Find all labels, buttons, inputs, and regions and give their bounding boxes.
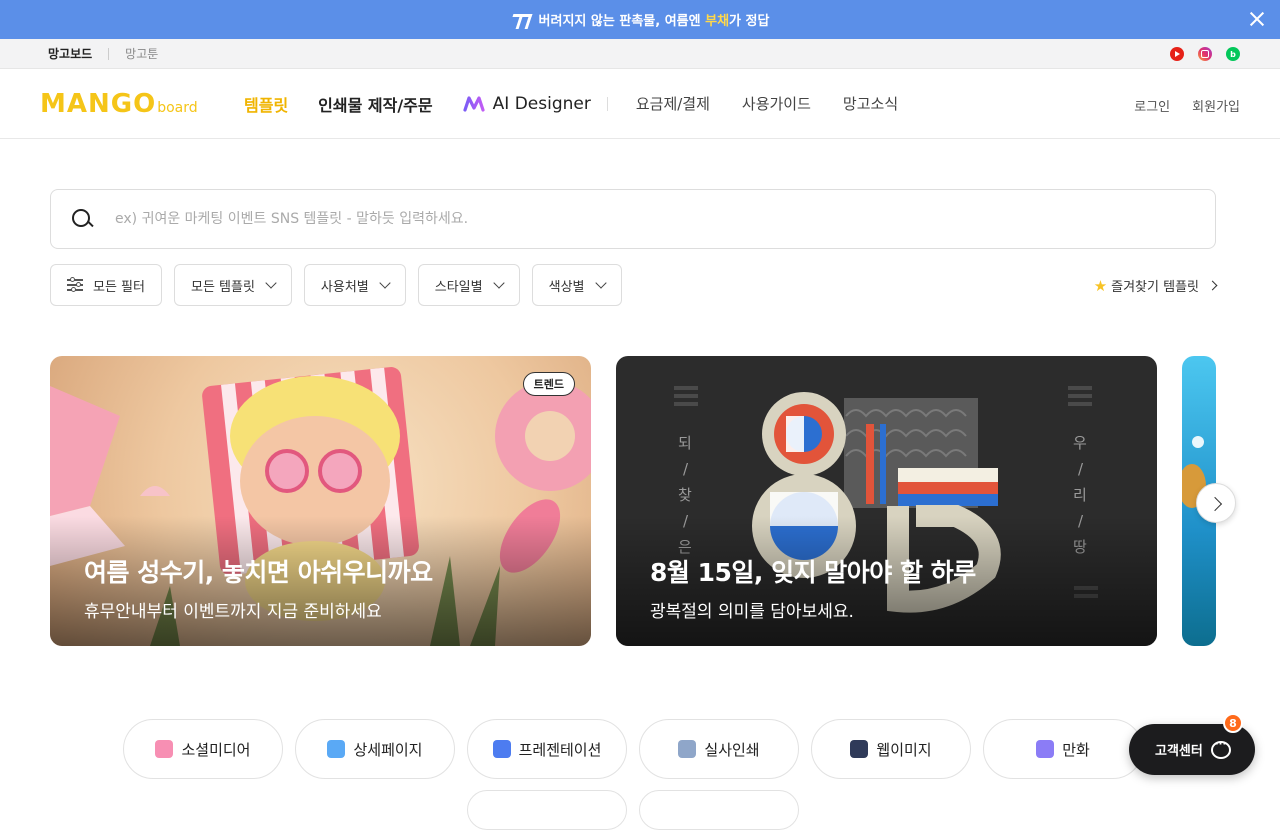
nav-guide[interactable]: 사용가이드: [742, 93, 811, 114]
chat-icon: [1210, 739, 1231, 759]
divider: [108, 47, 110, 60]
auth-links: 로그인 회원가입: [1134, 96, 1240, 115]
close-icon[interactable]: [1246, 8, 1268, 30]
service-mangoboard[interactable]: 망고보드: [48, 45, 92, 62]
search-bar[interactable]: [50, 189, 1216, 249]
nav-print-order[interactable]: 인쇄물 제작/주문: [318, 92, 432, 116]
main-nav: 템플릿 인쇄물 제작/주문 AI Designer 요금제/결제 사용가이드 망…: [244, 92, 930, 116]
divider: [606, 96, 608, 111]
ai-designer-icon: [463, 95, 485, 112]
nav-pricing[interactable]: 요금제/결제: [636, 93, 710, 114]
filter-color-dropdown[interactable]: 색상별: [531, 264, 622, 306]
category-web-image[interactable]: 웹이미지: [811, 719, 971, 779]
favorites-templates-link[interactable]: ★ 즐겨찾기 템플릿: [1093, 276, 1218, 295]
banner-title: 여름 성수기, 놓치면 아쉬우니까요: [84, 558, 433, 587]
bag-icon: [327, 740, 346, 758]
instagram-icon[interactable]: [1198, 47, 1212, 61]
filter-usage-dropdown[interactable]: 사용처별: [303, 264, 406, 306]
browser-icon: [850, 740, 869, 758]
carousel-next-button[interactable]: [1196, 483, 1236, 523]
blog-icon[interactable]: b: [1226, 47, 1240, 61]
category-print[interactable]: 실사인쇄: [639, 719, 799, 779]
service-switcher: 망고보드 망고툰 b: [0, 39, 1280, 69]
presentation-icon: [492, 740, 511, 758]
filter-template-dropdown[interactable]: 모든 템플릿: [173, 264, 292, 306]
banner-description: 광복절의 의미를 담아보세요.: [650, 602, 854, 622]
trend-badge: 트렌드: [522, 372, 575, 396]
category-comics[interactable]: 만화: [983, 719, 1143, 779]
svg-text:/: /: [1078, 460, 1084, 478]
filter-style-dropdown[interactable]: 스타일별: [417, 264, 520, 306]
promo-banner[interactable]: 버려지지 않는 판촉물, 여름엔 부채가 정답: [0, 0, 1280, 39]
service-mangotoon[interactable]: 망고툰: [125, 45, 158, 62]
banner-caption: 여름 성수기, 놓치면 아쉬우니까요 휴무안내부터 이벤트까지 지금 준비하세요: [84, 553, 433, 622]
banner-liberation-day[interactable]: 되/찾/은 우/리/땅 8월 15일, 잊지 말아야 할 하루 광복절의 의미를…: [616, 356, 1157, 646]
side-text-left-1: 되: [678, 434, 692, 452]
chevron-down-icon: [492, 277, 505, 289]
logo[interactable]: MANGO board: [40, 89, 210, 119]
search-input[interactable]: [115, 211, 1165, 227]
category-presentation[interactable]: 프레젠테이션: [467, 719, 627, 779]
login-link[interactable]: 로그인: [1134, 96, 1170, 115]
nav-templates[interactable]: 템플릿: [244, 92, 288, 116]
nav-news[interactable]: 망고소식: [843, 93, 898, 114]
category-social-media[interactable]: 소셜미디어: [123, 719, 283, 779]
signup-link[interactable]: 회원가입: [1192, 96, 1240, 115]
category-list: 소셜미디어 상세페이지 프레젠테이션 실사인쇄 웹이미지 만화: [123, 719, 1143, 779]
category-detail-page[interactable]: 상세페이지: [295, 719, 455, 779]
chevron-down-icon: [594, 277, 607, 289]
sliders-icon: [67, 277, 83, 292]
youtube-icon[interactable]: [1170, 47, 1184, 61]
banner-caption: 8월 15일, 잊지 말아야 할 하루 광복절의 의미를 담아보세요.: [650, 553, 976, 622]
svg-text:찾: 찾: [678, 486, 692, 504]
nav-ai-designer[interactable]: AI Designer: [463, 94, 591, 114]
book-icon: [678, 740, 697, 758]
category-more[interactable]: [639, 790, 799, 830]
star-icon: ★: [1093, 276, 1108, 295]
chevron-down-icon: [265, 277, 277, 289]
svg-text:리: 리: [1073, 486, 1087, 504]
category-more[interactable]: [467, 790, 627, 830]
customer-center-button[interactable]: 고객센터 8: [1129, 713, 1255, 775]
promo-text: 버려지지 않는 판촉물, 여름엔 부채가 정답: [538, 14, 770, 29]
all-filters-button[interactable]: 모든 필터: [50, 264, 162, 306]
filter-bar: 모든 필터 모든 템플릿 사용처별 스타일별 색상별: [50, 264, 622, 306]
social-links: b: [1170, 47, 1240, 61]
category-list-row2: [467, 790, 799, 830]
banner-title: 8월 15일, 잊지 말아야 할 하루: [650, 558, 976, 587]
chevron-right-icon: [1207, 280, 1218, 291]
notification-count-badge: 8: [1223, 713, 1243, 733]
banner-summer[interactable]: 트렌드 여름 성수기, 놓치면 아쉬우니까요 휴무안내부터 이벤트까지 지금 준…: [50, 356, 591, 646]
heart-icon: [155, 740, 174, 758]
banner-description: 휴무안내부터 이벤트까지 지금 준비하세요: [84, 602, 382, 622]
promo-logo-icon: [511, 13, 529, 27]
side-text-right-1: 우: [1073, 434, 1087, 452]
search-icon[interactable]: [71, 208, 93, 230]
main-header: MANGO board 템플릿 인쇄물 제작/주문 AI Designer 요금제…: [0, 69, 1280, 139]
svg-text:/: /: [683, 460, 689, 478]
chevron-down-icon: [379, 277, 391, 289]
comic-icon: [1036, 740, 1055, 758]
